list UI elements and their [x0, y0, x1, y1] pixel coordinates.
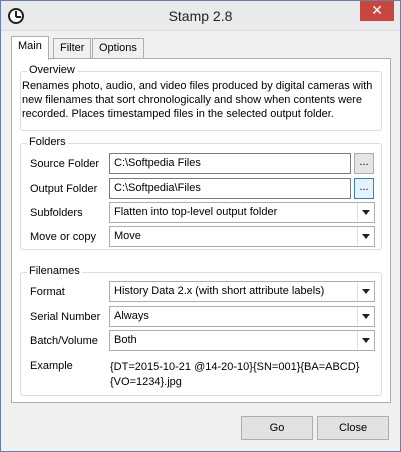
output-browse-button[interactable]: ... [354, 178, 374, 199]
chevron-down-icon [357, 307, 374, 326]
folders-group: Folders Source Folder C:\Softpedia Files… [20, 136, 382, 250]
app-window: Stamp 2.8 ✕ Main Filter Options Overview… [0, 0, 401, 452]
example-filename-line1: {DT=2015-10-21 @14-20-10}{SN=001}{BA=ABC… [110, 361, 360, 373]
tab-options[interactable]: Options [92, 38, 144, 58]
subfolders-label: Subfolders [30, 207, 83, 219]
folders-title: Folders [27, 136, 68, 148]
chevron-down-icon [357, 227, 374, 246]
subfolders-value: Flatten into top-level output folder [114, 206, 278, 218]
overview-group: Overview Renames photo, audio, and video… [20, 64, 382, 131]
chevron-down-icon [357, 203, 374, 222]
example-label: Example [30, 360, 73, 372]
filenames-title: Filenames [27, 265, 82, 277]
move-copy-label: Move or copy [30, 231, 97, 243]
tab-main[interactable]: Main [11, 36, 49, 60]
example-filename-line2: {VO=1234}.jpg [110, 376, 182, 388]
tab-filter[interactable]: Filter [53, 38, 92, 58]
source-folder-field[interactable]: C:\Softpedia Files [109, 153, 351, 174]
format-value: History Data 2.x (with short attribute l… [114, 285, 325, 297]
serial-number-dropdown[interactable]: Always [109, 306, 375, 327]
go-button[interactable]: Go [241, 416, 313, 440]
button-bar: Go Close [1, 405, 400, 451]
output-folder-field[interactable]: C:\Softpedia\Files [109, 178, 351, 199]
overview-title: Overview [27, 64, 77, 76]
chevron-down-icon [357, 331, 374, 350]
window-title: Stamp 2.8 [168, 8, 233, 24]
main-panel: Overview Renames photo, audio, and video… [11, 58, 391, 403]
move-copy-value: Move [114, 230, 141, 242]
batch-volume-value: Both [114, 334, 137, 346]
source-folder-label: Source Folder [30, 158, 100, 170]
subfolders-dropdown[interactable]: Flatten into top-level output folder [109, 202, 375, 223]
batch-volume-label: Batch/Volume [30, 335, 98, 347]
batch-volume-dropdown[interactable]: Both [109, 330, 375, 351]
source-browse-button[interactable]: ... [354, 153, 374, 174]
format-label: Format [30, 286, 65, 298]
format-dropdown[interactable]: History Data 2.x (with short attribute l… [109, 281, 375, 302]
chevron-down-icon [357, 282, 374, 301]
title-bar: Stamp 2.8 ✕ [1, 1, 400, 31]
serial-number-label: Serial Number [30, 311, 101, 323]
filenames-group: Filenames Format History Data 2.x (with … [20, 265, 382, 396]
output-folder-label: Output Folder [30, 183, 98, 195]
overview-text: Renames photo, audio, and video files pr… [22, 80, 373, 120]
serial-number-value: Always [114, 310, 149, 322]
close-window-button[interactable]: ✕ [360, 1, 394, 21]
close-button[interactable]: Close [317, 416, 389, 440]
move-copy-dropdown[interactable]: Move [109, 226, 375, 247]
